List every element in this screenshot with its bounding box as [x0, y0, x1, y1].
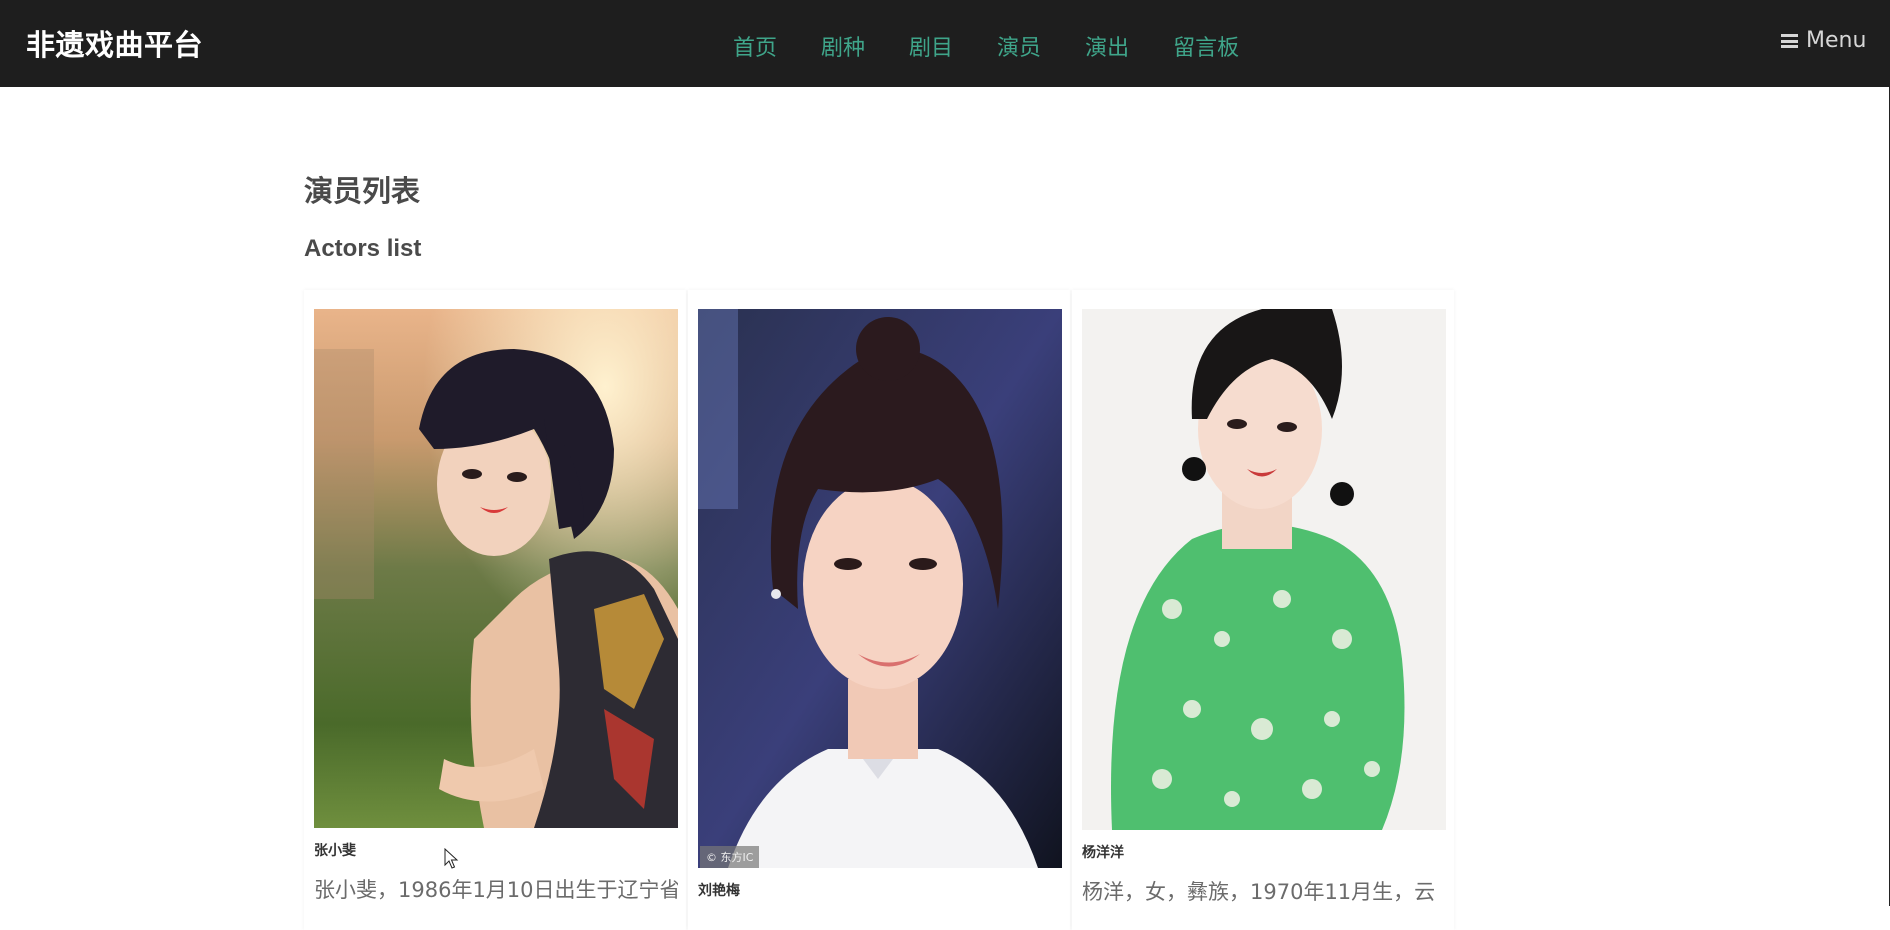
- top-navbar: 非遗戏曲平台 首页 剧种 剧目 演员 演出 留言板 Menu: [0, 0, 1890, 87]
- menu-label: Menu: [1806, 28, 1867, 53]
- actor-card[interactable]: 张小斐 张小斐，1986年1月10日出生于辽宁省: [304, 290, 686, 930]
- actor-photo[interactable]: [1082, 309, 1446, 830]
- actor-description: 张小斐，1986年1月10日出生于辽宁省: [314, 878, 678, 902]
- hamburger-icon: [1781, 34, 1798, 48]
- actor-portrait-image: [314, 309, 678, 828]
- actor-photo[interactable]: © 东方IC: [698, 309, 1062, 868]
- site-logo[interactable]: 非遗戏曲平台: [26, 22, 203, 64]
- photo-watermark: © 东方IC: [700, 846, 760, 868]
- nav-performances[interactable]: 演出: [1085, 30, 1129, 62]
- menu-button[interactable]: Menu: [1781, 28, 1890, 53]
- page-subtitle: Actors list: [304, 235, 422, 262]
- nav-home[interactable]: 首页: [733, 30, 777, 62]
- actor-portrait-image: [698, 309, 1062, 868]
- nav-actors[interactable]: 演员: [997, 30, 1041, 62]
- nav-message-board[interactable]: 留言板: [1173, 30, 1239, 62]
- actor-photo[interactable]: [314, 309, 678, 828]
- page-title: 演员列表: [304, 174, 421, 208]
- actor-card-grid: 张小斐 张小斐，1986年1月10日出生于辽宁省 © 东方IC 刘艳梅 杨洋洋 …: [304, 290, 1459, 930]
- mouse-cursor-icon: [444, 848, 459, 869]
- nav-plays[interactable]: 剧目: [909, 30, 953, 62]
- actor-name[interactable]: 刘艳梅: [698, 880, 1060, 900]
- actor-description: 杨洋，女，彝族，1970年11月生，云: [1082, 880, 1436, 904]
- nav-genres[interactable]: 剧种: [821, 30, 865, 62]
- actor-card[interactable]: 杨洋洋 杨洋，女，彝族，1970年11月生，云: [1072, 290, 1454, 930]
- actor-name[interactable]: 张小斐: [314, 840, 676, 860]
- main-nav: 首页 剧种 剧目 演员 演出 留言板: [733, 30, 1283, 62]
- actor-name[interactable]: 杨洋洋: [1082, 842, 1444, 862]
- actor-card[interactable]: © 东方IC 刘艳梅: [688, 290, 1070, 930]
- actor-portrait-image: [1082, 309, 1446, 830]
